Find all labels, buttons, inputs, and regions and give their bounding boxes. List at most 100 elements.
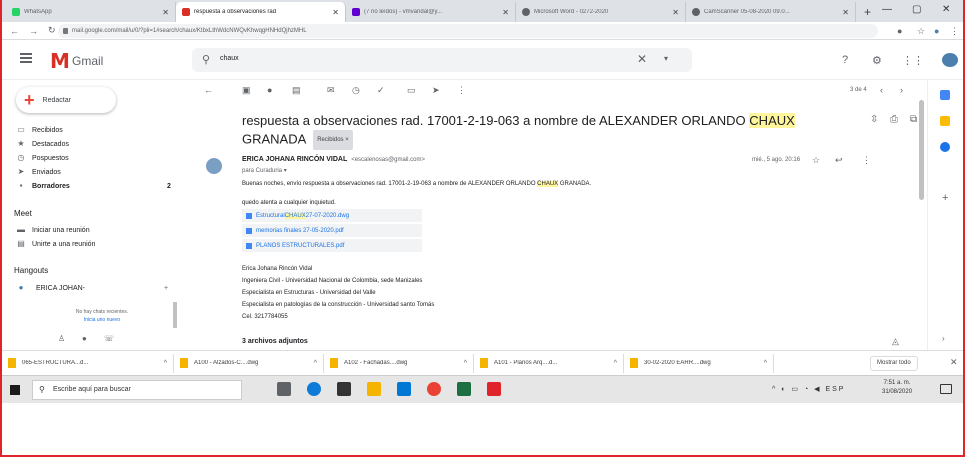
close-downloads-icon[interactable]: ✕ — [950, 357, 958, 368]
apps-grid-icon[interactable]: ⋮⋮ — [902, 54, 924, 67]
attachment-link[interactable]: memorias finales 27-05-2020.pdf — [242, 224, 422, 237]
forward-arrow-icon[interactable]: → — [29, 26, 38, 36]
keep-icon[interactable] — [940, 116, 950, 126]
label-icon[interactable]: ➤ — [432, 85, 440, 96]
inbox-label-chip[interactable]: Recibidos × — [313, 130, 353, 150]
clear-search-icon[interactable]: ✕ — [637, 52, 647, 66]
close-icon[interactable]: ✕ — [672, 8, 679, 17]
taskbar-search-box[interactable]: ⚲ Escribe aquí para buscar — [32, 380, 242, 400]
show-all-downloads-button[interactable]: Mostrar todo — [870, 356, 918, 371]
key-icon[interactable]: ● — [897, 26, 902, 36]
keyboard-language[interactable]: ESP — [825, 386, 845, 393]
sidebar-item-snoozed[interactable]: ◷ Pospuestos — [2, 152, 182, 165]
download-item[interactable]: 30-02-2020 EARR....dwg ^ — [624, 353, 774, 373]
sender-avatar[interactable] — [206, 158, 222, 174]
download-item[interactable]: A102 - Fachadas....dwg ^ — [324, 353, 474, 373]
chevron-up-icon[interactable]: ^ — [464, 360, 467, 367]
profile-icon[interactable]: ● — [934, 26, 939, 36]
close-icon[interactable]: ✕ — [502, 8, 509, 17]
reply-icon[interactable]: ↩ — [835, 155, 843, 166]
attachment-link[interactable]: PLANOS ESTRUCTURALES.pdf — [242, 239, 422, 252]
new-tab-button[interactable]: + — [856, 2, 879, 22]
sidebar-item-sent[interactable]: ➤ Enviados — [2, 166, 182, 179]
move-to-icon[interactable]: ▭ — [407, 85, 416, 96]
sidebar-item-starred[interactable]: ★ Destacados — [2, 138, 182, 151]
phone-icon[interactable]: ☏ — [104, 334, 114, 343]
download-item[interactable]: 065-ESTRUCTURA...d... ^ — [2, 353, 174, 373]
message-scrollbar[interactable] — [919, 100, 924, 200]
tray-icons[interactable]: ^ ◐ ▭ ◔ ◀ — [772, 386, 825, 393]
tab-word[interactable]: Microsoft Word - 0272-2020 ✕ — [516, 2, 686, 22]
excel-icon[interactable] — [457, 382, 471, 396]
bookmark-star-icon[interactable]: ☆ — [917, 26, 925, 37]
chevron-up-icon[interactable]: ^ — [164, 360, 167, 367]
minimize-button[interactable]: — — [882, 4, 892, 15]
url-input[interactable]: mail.google.com/mail/u/0/?pli=1#search/c… — [58, 24, 878, 38]
print-icon[interactable]: ⎙ — [890, 114, 898, 125]
download-item[interactable]: A101 - Planos Arq....d... ^ — [474, 353, 624, 373]
sidebar-item-drafts[interactable]: ▪ Borradores 2 — [2, 180, 182, 193]
tab-camscanner[interactable]: CamScanner 05-08-2020 09.0... ✕ — [686, 2, 856, 22]
chevron-up-icon[interactable]: ^ — [764, 360, 767, 367]
close-icon[interactable]: ✕ — [332, 8, 339, 17]
meet-join-item[interactable]: ▤ Unirte a una reunión — [2, 238, 182, 251]
maximize-button[interactable]: ▢ — [912, 4, 921, 15]
older-chevron-icon[interactable]: › — [900, 85, 903, 95]
expand-all-icon[interactable]: ⇳ — [870, 114, 878, 125]
search-icon[interactable]: ⚲ — [202, 53, 210, 66]
chevron-up-icon[interactable]: ^ — [314, 360, 317, 367]
search-box[interactable]: ⚲ chaux ✕ ▾ — [192, 48, 692, 72]
acrobat-icon[interactable] — [487, 382, 501, 396]
reload-icon[interactable]: ↻ — [48, 25, 56, 36]
main-menu-icon[interactable] — [20, 53, 32, 63]
expand-panel-icon[interactable]: › — [942, 334, 945, 343]
meet-start-item[interactable]: ▬ Iniciar una reunión — [2, 224, 182, 237]
search-options-icon[interactable]: ▾ — [664, 54, 668, 63]
tab-whatsapp[interactable]: WhatsApp ✕ — [6, 2, 176, 22]
gmail-logo-icon[interactable]: M — [50, 49, 70, 73]
edge-browser-icon[interactable] — [307, 382, 321, 396]
sender-name[interactable]: ERICA JOHANA RINCÓN VIDAL — [242, 156, 347, 163]
report-spam-icon[interactable]: ● — [267, 85, 272, 95]
drive-save-icon[interactable]: ◬ — [892, 336, 899, 347]
archive-icon[interactable]: ▣ — [242, 85, 251, 96]
window-close-button[interactable]: ✕ — [942, 4, 950, 15]
help-icon[interactable]: ? — [842, 54, 848, 66]
recipient-details[interactable]: para Curaduria ▾ — [242, 167, 287, 174]
snooze-icon[interactable]: ◷ — [352, 85, 360, 96]
message-more-icon[interactable]: ⋮ — [862, 155, 871, 166]
sidebar-item-inbox[interactable]: ▭ Recibidos — [2, 124, 182, 137]
file-explorer-icon[interactable] — [367, 382, 381, 396]
account-avatar[interactable] — [942, 53, 958, 67]
add-chat-icon[interactable]: + — [164, 285, 168, 292]
system-tray[interactable]: ^ ◐ ▭ ◔ ◀ ESP — [772, 385, 845, 393]
download-item[interactable]: A100 - Alzados-C....dwg ^ — [174, 353, 324, 373]
tab-yahoo[interactable]: (7 no leídos) - vmvandal@y... ✕ — [346, 2, 516, 22]
star-icon[interactable]: ☆ — [812, 155, 820, 166]
attachment-link[interactable]: Estructural CHAUX 27-07-2020.dwg — [242, 209, 422, 222]
chat-bubble-icon[interactable]: ● — [82, 334, 87, 343]
store-icon[interactable] — [337, 382, 351, 396]
tasks-icon[interactable] — [940, 142, 950, 152]
close-icon[interactable]: ✕ — [842, 8, 849, 17]
mark-unread-icon[interactable]: ✉ — [327, 85, 335, 96]
notifications-icon[interactable] — [940, 384, 952, 394]
back-to-list-icon[interactable]: ← — [204, 85, 213, 95]
calendar-icon[interactable] — [940, 90, 950, 100]
sidebar-scrollbar[interactable] — [173, 302, 177, 328]
mail-app-icon[interactable] — [397, 382, 411, 396]
browser-menu-icon[interactable]: ⋮ — [950, 26, 959, 37]
chevron-up-icon[interactable]: ^ — [614, 360, 617, 367]
chrome-icon[interactable] — [427, 382, 441, 396]
delete-icon[interactable]: ▤ — [292, 85, 301, 96]
settings-gear-icon[interactable]: ⚙ — [872, 54, 882, 67]
taskbar-clock[interactable]: 7:51 a. m. 31/08/2020 — [882, 379, 912, 397]
add-addon-icon[interactable]: + — [942, 192, 948, 204]
new-window-icon[interactable]: ⧉ — [910, 114, 917, 125]
search-input[interactable]: chaux — [220, 55, 239, 62]
person-icon[interactable]: ♙ — [58, 334, 65, 343]
hangouts-user[interactable]: ● ERICA JOHAN- + — [2, 282, 182, 295]
close-icon[interactable]: ✕ — [162, 8, 169, 17]
compose-button[interactable]: + Redactar — [16, 87, 116, 113]
hangouts-start-link[interactable]: Inicia uno nuevo — [42, 317, 162, 323]
